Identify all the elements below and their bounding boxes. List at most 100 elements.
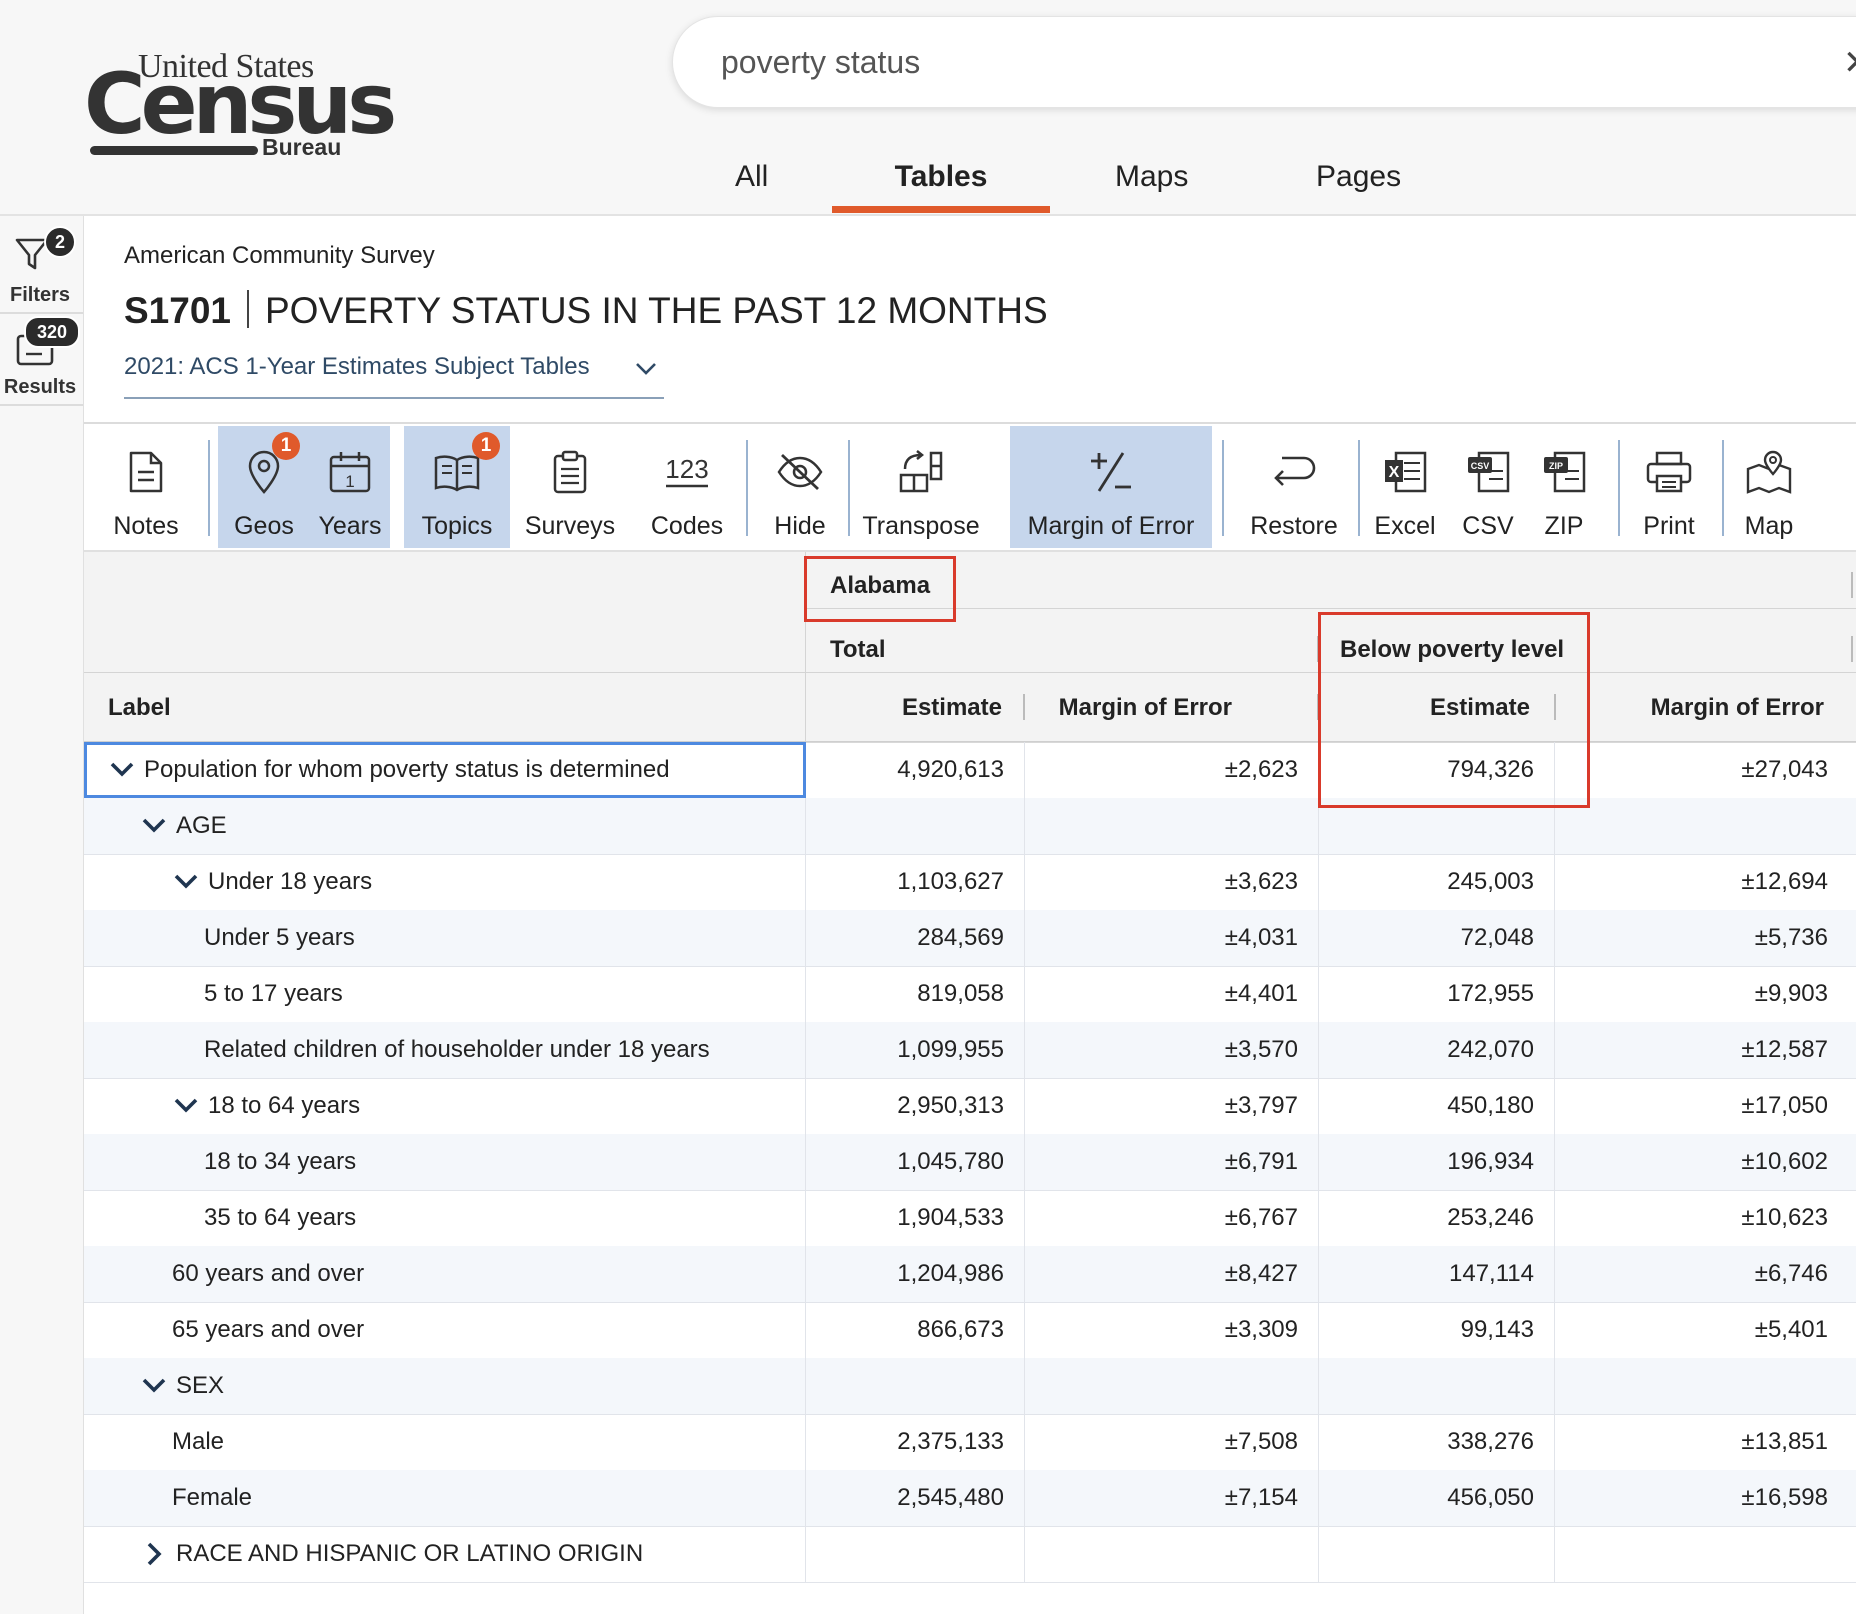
results-count-badge: 320	[24, 316, 80, 348]
topics-button[interactable]: 1 Topics	[404, 426, 510, 548]
vintage-selected: 2021: ACS 1-Year Estimates Subject Table…	[124, 353, 590, 380]
excel-button[interactable]: X Excel	[1366, 426, 1444, 548]
column-resize-handle[interactable]	[1851, 636, 1853, 662]
cell-estimate: 2,950,313	[897, 1092, 1004, 1119]
row-label[interactable]: Under 18 years	[208, 854, 372, 910]
years-label: Years	[318, 512, 382, 540]
filters-label: Filters	[9, 284, 71, 306]
svg-text:ZIP: ZIP	[1549, 461, 1563, 471]
column-resize-handle[interactable]	[1317, 694, 1319, 720]
codes-icon: 123	[665, 454, 709, 488]
column-header-moe-below[interactable]: Margin of Error	[1556, 694, 1824, 722]
vintage-dropdown[interactable]: 2021: ACS 1-Year Estimates Subject Table…	[124, 353, 664, 399]
row-label[interactable]: 18 to 64 years	[208, 1078, 360, 1134]
cell-estimate: 866,673	[917, 1316, 1004, 1343]
cell-moe-below	[1554, 798, 1828, 854]
row-label: Under 5 years	[204, 924, 355, 951]
tab-tables[interactable]: Tables	[832, 160, 1050, 194]
column-header-label[interactable]: Label	[108, 694, 171, 722]
cell-moe: ±8,427	[1224, 1260, 1298, 1287]
codes-label: Codes	[650, 512, 724, 540]
zip-icon: ZIP	[1544, 451, 1586, 493]
chevron-down-icon[interactable]	[140, 1374, 168, 1398]
cell-estimate-below	[1318, 1526, 1534, 1582]
logo-line2: Census	[84, 55, 397, 153]
margin-of-error-button[interactable]: Margin of Error	[1010, 426, 1212, 548]
clear-search-icon[interactable]: ✕	[1843, 43, 1856, 83]
survey-name: American Community Survey	[124, 242, 435, 269]
cell-estimate-below	[1318, 798, 1534, 854]
chevron-down-icon[interactable]	[172, 1094, 200, 1118]
tab-maps[interactable]: Maps	[1115, 160, 1188, 194]
chevron-right-icon[interactable]	[140, 1542, 168, 1566]
row-label[interactable]: SEX	[176, 1358, 224, 1414]
filters-button[interactable]: 2 Filters	[0, 222, 83, 314]
search-input[interactable]	[719, 37, 1823, 87]
cell-moe-below	[1554, 1526, 1828, 1582]
cell-estimate-below: 99,143	[1460, 1316, 1534, 1343]
hide-button[interactable]: Hide	[752, 426, 848, 548]
cell-moe: ±4,401	[1224, 980, 1298, 1007]
cell-estimate-below: 172,955	[1447, 980, 1534, 1007]
years-button[interactable]: 1 Years	[310, 426, 390, 548]
row-label[interactable]: RACE AND HISPANIC OR LATINO ORIGIN	[176, 1526, 643, 1582]
notes-button[interactable]: Notes	[98, 426, 194, 548]
results-label: Results	[3, 376, 77, 398]
table-row: Related children of householder under 18…	[84, 1022, 1856, 1079]
geos-button[interactable]: 1 Geos	[218, 426, 310, 548]
header-divider	[805, 608, 1856, 609]
calendar-icon: 1	[329, 452, 371, 493]
cell-moe-below: ±12,694	[1741, 868, 1828, 895]
cell-moe	[1024, 1358, 1298, 1414]
table-row: RACE AND HISPANIC OR LATINO ORIGIN	[84, 1526, 1856, 1583]
restore-label: Restore	[1250, 512, 1338, 540]
cell-moe: ±6,767	[1224, 1204, 1298, 1231]
restore-button[interactable]: Restore	[1230, 426, 1358, 548]
results-button[interactable]: 320 Results	[0, 314, 83, 406]
row-label: 18 to 34 years	[204, 1148, 357, 1175]
title-divider	[247, 290, 249, 328]
chevron-down-icon[interactable]	[172, 870, 200, 894]
cell-estimate: 1,204,986	[897, 1260, 1004, 1287]
column-header-estimate-below[interactable]: Estimate	[1320, 694, 1530, 722]
cell-moe: ±7,154	[1224, 1484, 1298, 1511]
column-header-moe[interactable]: Margin of Error	[1026, 694, 1232, 722]
csv-button[interactable]: CSV CSV	[1450, 426, 1526, 548]
svg-text:1: 1	[345, 472, 354, 491]
csv-label: CSV	[1462, 512, 1514, 540]
table-row: 65 years and over 866,673 ±3,309 99,143 ±5,4…	[84, 1302, 1856, 1359]
census-logo[interactable]: United States Census Bureau	[84, 48, 397, 160]
cell-moe	[1024, 798, 1298, 854]
row-label: Female	[172, 1484, 253, 1511]
column-resize-handle[interactable]	[1851, 572, 1853, 598]
surveys-button[interactable]: Surveys	[512, 426, 628, 548]
table-code: S1701	[124, 290, 231, 331]
table-row: 60 years and over 1,204,986 ±8,427 147,114 ±…	[84, 1246, 1856, 1303]
cell-moe-below: ±5,401	[1754, 1316, 1828, 1343]
cell-moe: ±6,791	[1224, 1148, 1298, 1175]
chevron-down-icon[interactable]	[140, 814, 168, 838]
map-button[interactable]: Map	[1730, 426, 1808, 548]
row-label: 60 years and over	[172, 1260, 365, 1287]
cell-moe: ±3,797	[1224, 1092, 1298, 1119]
cell-moe: ±4,031	[1224, 924, 1298, 951]
table-toolbar: Notes 1 Geos 1 Years 1 Topics Surveys 12…	[84, 426, 1856, 550]
row-label: 35 to 64 years	[204, 1204, 357, 1231]
column-resize-handle[interactable]	[1023, 694, 1025, 720]
cell-moe: ±7,508	[1224, 1428, 1298, 1455]
transpose-button[interactable]: Transpose	[858, 426, 984, 548]
chevron-down-icon	[636, 363, 656, 375]
codes-button[interactable]: 123 Codes	[638, 426, 736, 548]
tab-pages[interactable]: Pages	[1316, 160, 1401, 194]
print-button[interactable]: Print	[1626, 426, 1712, 548]
cell-estimate-below: 196,934	[1447, 1148, 1534, 1175]
tab-all[interactable]: All	[735, 160, 768, 194]
zip-button[interactable]: ZIP ZIP	[1526, 426, 1602, 548]
column-header-estimate[interactable]: Estimate	[806, 694, 1002, 722]
column-resize-handle[interactable]	[1317, 636, 1319, 662]
cell-moe-below	[1554, 1358, 1828, 1414]
table-row: Under 18 years 1,103,627 ±3,623 245,003 ±12,…	[84, 854, 1856, 911]
row-label[interactable]: AGE	[176, 798, 227, 854]
map-label: Map	[1744, 512, 1794, 540]
cell-estimate: 1,103,627	[897, 868, 1004, 895]
